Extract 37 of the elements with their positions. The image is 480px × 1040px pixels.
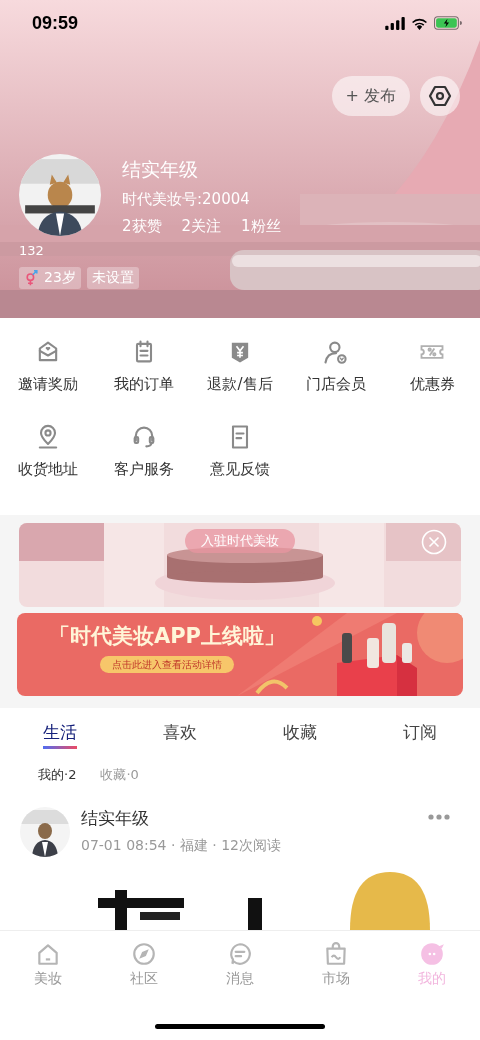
promo-link[interactable]: 点击此进入查看活动详情 [100, 656, 234, 673]
gender-icon [24, 270, 40, 286]
bio-text: 132 [19, 243, 45, 259]
content-tab[interactable]: 生活 [43, 720, 77, 749]
compass-icon [131, 941, 157, 967]
home-icon [35, 941, 61, 967]
service-item[interactable]: 邀请奖励 [0, 338, 96, 409]
service-item[interactable]: 客户服务 [96, 422, 192, 493]
service-item[interactable]: 收货地址 [0, 422, 96, 493]
service-item[interactable]: 门店会员 [288, 338, 384, 409]
content-tab[interactable]: 喜欢 [163, 720, 197, 749]
service-item[interactable]: 我的订单 [96, 338, 192, 409]
battery-icon [434, 16, 462, 30]
profile-tag: 23岁 [19, 267, 81, 289]
wifi-icon [411, 16, 428, 30]
author-name: 结实年级 [81, 807, 150, 830]
promo-banner[interactable]: 「时代美妆APP上线啦」 点击此进入查看活动详情 [17, 613, 463, 696]
more-icon[interactable] [428, 814, 450, 820]
service-item[interactable]: 优惠券 [384, 338, 480, 409]
account-id: 时代美妆号:20004 [122, 189, 251, 209]
content-tab[interactable]: 订阅 [403, 720, 437, 749]
signal-icon [385, 16, 405, 30]
smiley-icon [419, 941, 445, 967]
settings-icon [428, 84, 452, 108]
profile-tag: 未设置 [86, 267, 139, 289]
service-item[interactable]: 意见反馈 [192, 422, 288, 493]
user-name: 结实年级 [122, 157, 199, 182]
status-time: 09:59 [32, 12, 79, 34]
chat-bubble-icon [227, 941, 253, 967]
filter-tab[interactable]: 我的·2 [38, 765, 77, 794]
post-meta: 07-01 08:54 · 福建 · 12次阅读 [81, 836, 282, 855]
promo-title: 「时代美妆APP上线啦」 [48, 623, 285, 650]
settings-button[interactable] [420, 76, 460, 116]
service-item[interactable]: 退款/售后 [192, 338, 288, 409]
shopping-bag-icon [323, 941, 349, 967]
content-tab[interactable]: 收藏 [283, 720, 317, 749]
publish-button[interactable]: + 发布 [331, 76, 410, 116]
